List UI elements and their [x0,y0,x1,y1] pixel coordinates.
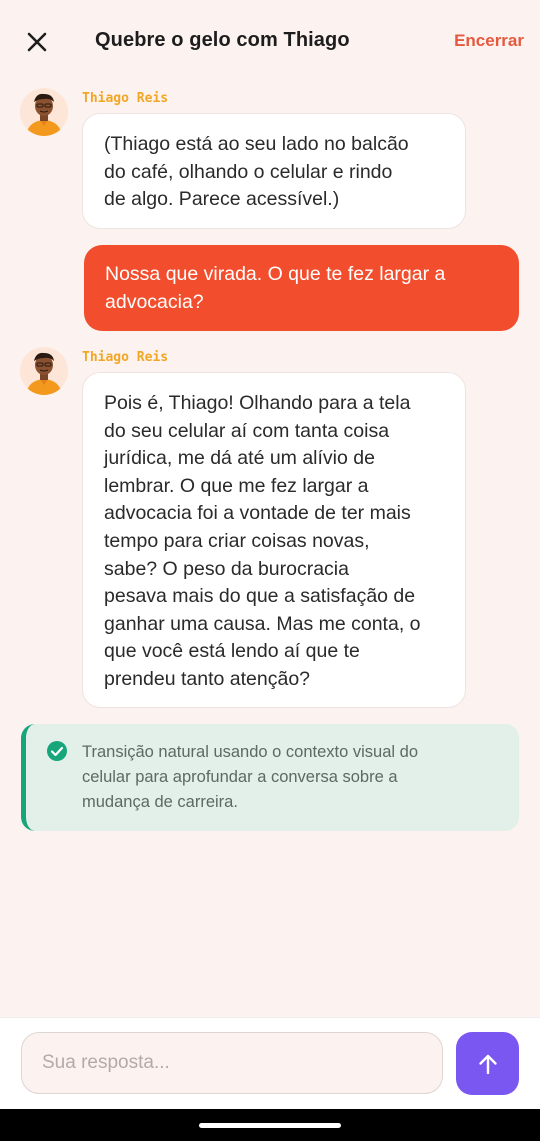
composer [0,1017,540,1109]
header: Quebre o gelo com Thiago Encerrar [0,0,540,86]
message-bubble-incoming: Pois é, Thiago! Olhando para a tela do s… [82,372,466,708]
feedback-line: mudança de carreira. [82,793,238,811]
message-line: advocacia? [105,290,204,313]
feedback-text: Transição natural usando o contexto visu… [82,740,502,815]
reply-input-container [21,1032,443,1094]
message-line: advocacia foi a vontade de ter mais [104,502,411,525]
sender-name: Thiago Reis [82,350,169,365]
message-line: sabe? O peso da burocracia [104,557,349,580]
sender-name: Thiago Reis [82,91,169,106]
page-title: Quebre o gelo com Thiago [95,29,350,51]
message-line: do café, olhando o celular e rindo [104,160,393,183]
feedback-line: Transição natural usando o contexto visu… [82,743,419,761]
message-line: lembrar. O que me fez largar a [104,474,369,497]
home-indicator[interactable] [199,1123,341,1128]
close-button[interactable] [22,27,52,57]
check-circle-icon [47,741,67,761]
message-line: (Thiago está ao seu lado no balcão [104,133,409,155]
end-session-button[interactable]: Encerrar [454,31,524,51]
message-line: prendeu tanto atenção? [104,667,311,690]
arrow-up-icon [478,1054,497,1074]
close-icon [27,32,47,52]
send-button[interactable] [456,1032,519,1095]
message-line: ganhar uma causa. Mas me conta, o [104,612,421,635]
message-bubble-outgoing: Nossa que virada. O que te fez largar a … [84,245,519,331]
message-line: que você está lendo aí que te [104,640,360,663]
message-line: de algo. Parece acessível.) [104,188,340,211]
message-line: Pois é, Thiago! Olhando para a tela [104,392,411,414]
avatar [20,88,68,136]
message-line: pesava mais do que a satisfação de [104,585,416,608]
message-line: jurídica, me dá até um alívio de [104,447,375,470]
avatar [20,347,68,395]
message-line: do seu celular aí com tanta coisa [104,419,390,442]
reply-input[interactable] [22,1033,442,1093]
feedback-line: celular para aprofundar a conversa sobre… [82,768,398,786]
message-bubble-incoming: (Thiago está ao seu lado no balcão do ca… [82,113,466,229]
message-line: tempo para criar coisas novas, [104,529,370,552]
message-line: Nossa que virada. O que te fez largar a [105,263,446,285]
system-nav-bar [0,1109,540,1141]
avatar-icon [20,88,68,136]
feedback-card: Transição natural usando o contexto visu… [21,724,519,831]
avatar-icon [20,347,68,395]
